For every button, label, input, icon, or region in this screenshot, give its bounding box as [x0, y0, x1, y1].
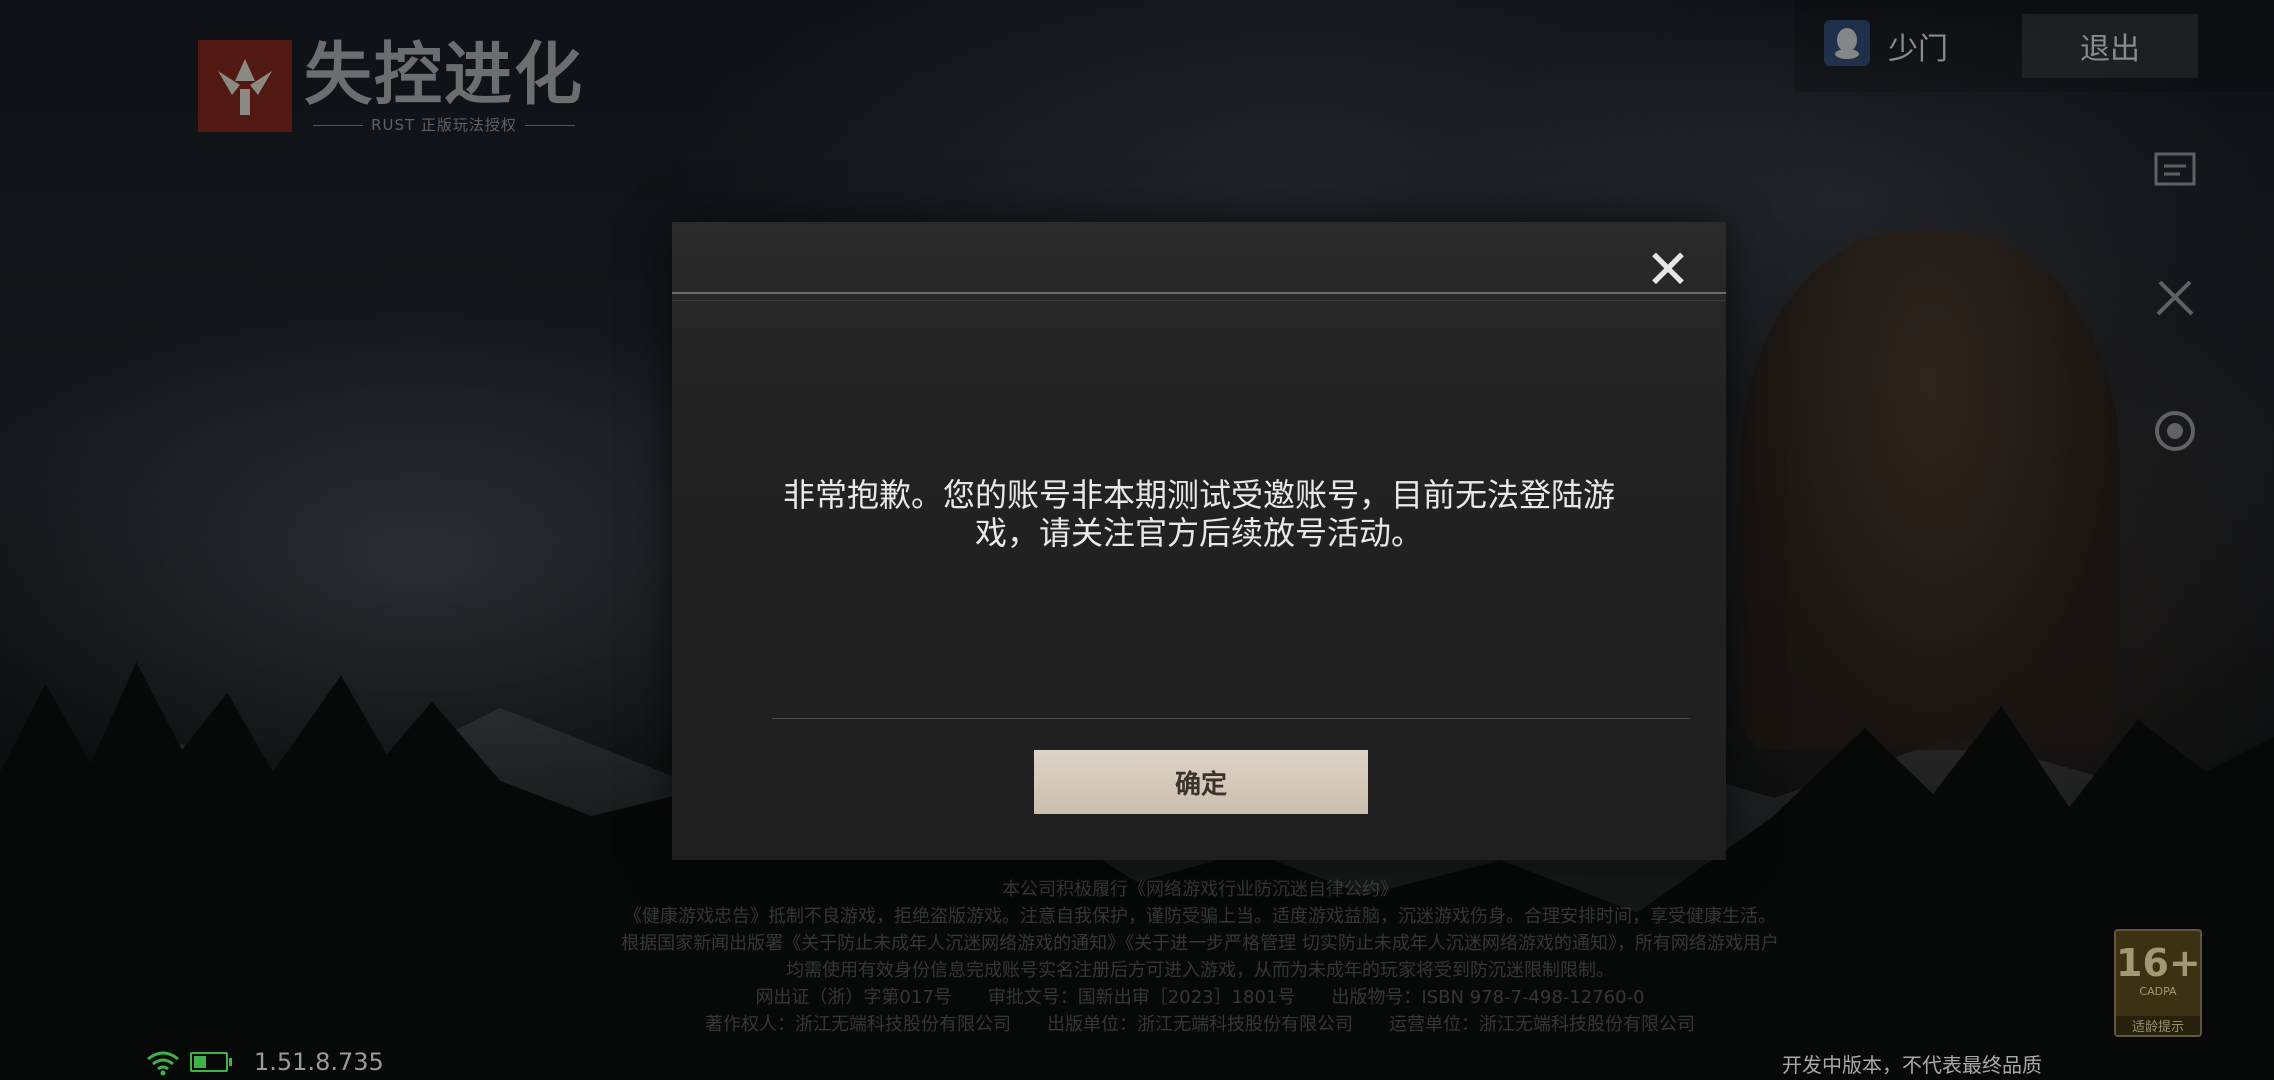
tools-icon[interactable]: [2150, 272, 2200, 322]
version-label: 1.51.8.735: [254, 1048, 384, 1076]
notice-icon[interactable]: [2150, 142, 2200, 192]
customer-service-icon[interactable]: [2150, 406, 2200, 456]
dialog-divider: [772, 718, 1690, 719]
legal-notice: 本公司积极履行《网络游戏行业防沉迷自律公约》 《健康游戏忠告》抵制不良游戏，拒绝…: [530, 876, 1870, 1038]
close-icon[interactable]: ✕: [1642, 243, 1694, 297]
error-dialog: ✕ 非常抱歉。您的账号非本期测试受邀账号，目前无法登陆游 戏，请关注官方后续放号…: [672, 222, 1726, 860]
legal-line: 著作权人：浙江无端科技股份有限公司 出版单位：浙江无端科技股份有限公司 运营单位…: [705, 1014, 1695, 1035]
dialog-message: 非常抱歉。您的账号非本期测试受邀账号，目前无法登陆游 戏，请关注官方后续放号活动…: [752, 476, 1646, 552]
logout-button[interactable]: 退出: [2022, 14, 2198, 78]
dialog-header-divider: [672, 292, 1726, 294]
wifi-icon: [146, 1050, 180, 1080]
battery-icon: [190, 1052, 232, 1072]
age-rating-label: 适龄提示: [2116, 1016, 2200, 1035]
qq-icon: [1824, 20, 1870, 66]
legal-line: 《健康游戏忠告》抵制不良游戏，拒绝盗版游戏。注意自我保护，谨防受骗上当。适度游戏…: [624, 906, 1776, 927]
age-rating-badge[interactable]: 16+ CADPA 适龄提示: [2114, 929, 2202, 1037]
dialog-message-line2: 戏，请关注官方后续放号活动。: [974, 514, 1423, 552]
username-label: 少门: [1888, 32, 1948, 67]
legal-line: 均需使用有效身份信息完成账号实名注册后方可进入游戏，从而为未成年的玩家将受到防沉…: [786, 960, 1614, 981]
dialog-message-line1: 非常抱歉。您的账号非本期测试受邀账号，目前无法登陆游: [782, 476, 1615, 514]
age-rating-number: 16+: [2116, 941, 2201, 985]
rust-logo-icon: [198, 40, 292, 132]
legal-line: 本公司积极履行《网络游戏行业防沉迷自律公约》: [1002, 879, 1398, 900]
age-rating-code: CADPA: [2139, 985, 2177, 998]
logo-title: 失控进化: [304, 36, 585, 115]
confirm-button[interactable]: 确定: [1034, 750, 1368, 814]
dev-version-note: 开发中版本，不代表最终品质: [1782, 1053, 2042, 1077]
legal-line: 根据国家新闻出版署《关于防止未成年人沉迷网络游戏的通知》《关于进一步严格管理 切…: [621, 933, 1779, 954]
game-logo: 失控进化 RUST 正版玩法授权: [198, 40, 584, 135]
legal-line: 网出证（浙）字第017号 审批文号：国新出审［2023］1801号 出版物号：I…: [755, 987, 1645, 1008]
logo-subtitle: RUST 正版玩法授权: [304, 114, 584, 135]
dialog-header-divider-secondary: [672, 300, 1726, 301]
